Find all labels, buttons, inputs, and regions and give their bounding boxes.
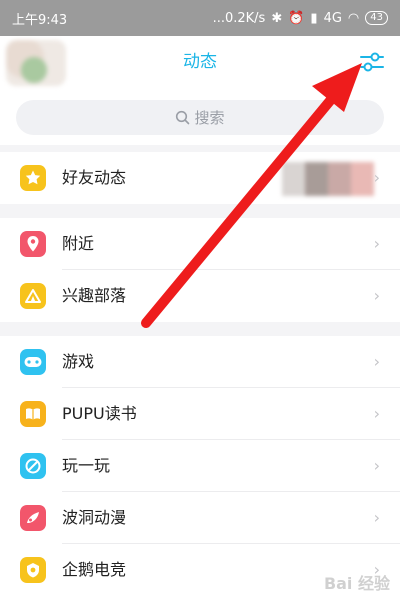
friend-feed-thumbnails [282,162,374,196]
signal-icon: ▮ [310,10,318,26]
list-item-games[interactable]: 游戏 › [0,336,400,388]
status-time: 上午9:43 [12,12,68,28]
chevron-right-icon: › [373,508,380,527]
network-type: 4G [323,10,342,26]
page-title: 动态 [183,52,217,72]
list-item-label: 兴趣部落 [62,286,127,305]
wifi-icon: ◠ [347,10,360,26]
chevron-right-icon: › [373,404,380,423]
list-item-label: PUPU读书 [62,404,137,423]
status-icons: ...0.2K/s ✱ ⏰ ▮ 4G ◠ 43 [213,11,388,26]
play-leaf-icon [20,453,46,479]
list-item-label: 企鹅电竞 [62,560,127,579]
chevron-right-icon: › [373,286,380,305]
list-item-label: 附近 [62,234,95,253]
gamepad-icon [20,349,46,375]
section-separator [0,145,400,152]
header-bar: 动态 [0,36,400,88]
section-separator [0,204,400,218]
comic-icon [20,505,46,531]
chevron-right-icon: › [373,352,380,371]
section-separator [0,322,400,336]
chevron-right-icon: › [373,168,380,187]
list-item-label: 游戏 [62,352,95,371]
book-icon [20,401,46,427]
search-bar[interactable]: 搜索 [16,100,384,135]
list-item-play[interactable]: 玩一玩 › [0,440,400,492]
list-item-friend-feed[interactable]: 好友动态 › [0,152,400,204]
esports-icon [20,557,46,583]
sliders-icon [360,52,384,72]
location-pin-icon [20,231,46,257]
list-item-label: 波洞动漫 [62,508,127,527]
list-item-bodong-comics[interactable]: 波洞动漫 › [0,492,400,544]
list-item-pupu-reading[interactable]: PUPU读书 › [0,388,400,440]
chevron-right-icon: › [373,456,380,475]
list-item-nearby[interactable]: 附近 › [0,218,400,270]
search-icon [176,110,190,125]
list-item-label: 好友动态 [62,168,127,187]
alarm-icon: ⏰ [288,10,305,26]
list-item-interest-tribe[interactable]: 兴趣部落 › [0,270,400,322]
chevron-right-icon: › [373,234,380,253]
status-bar: 上午9:43 ...0.2K/s ✱ ⏰ ▮ 4G ◠ 43 [0,0,400,36]
list-item-label: 玩一玩 [62,456,111,475]
battery-icon: 43 [365,11,388,25]
star-icon [20,165,46,191]
network-speed: ...0.2K/s [212,10,266,26]
bluetooth-icon: ✱ [271,10,283,26]
tent-icon [20,283,46,309]
watermark: Bai 经验 [323,574,390,593]
filter-settings-button[interactable] [358,48,386,76]
search-placeholder: 搜索 [194,109,225,127]
